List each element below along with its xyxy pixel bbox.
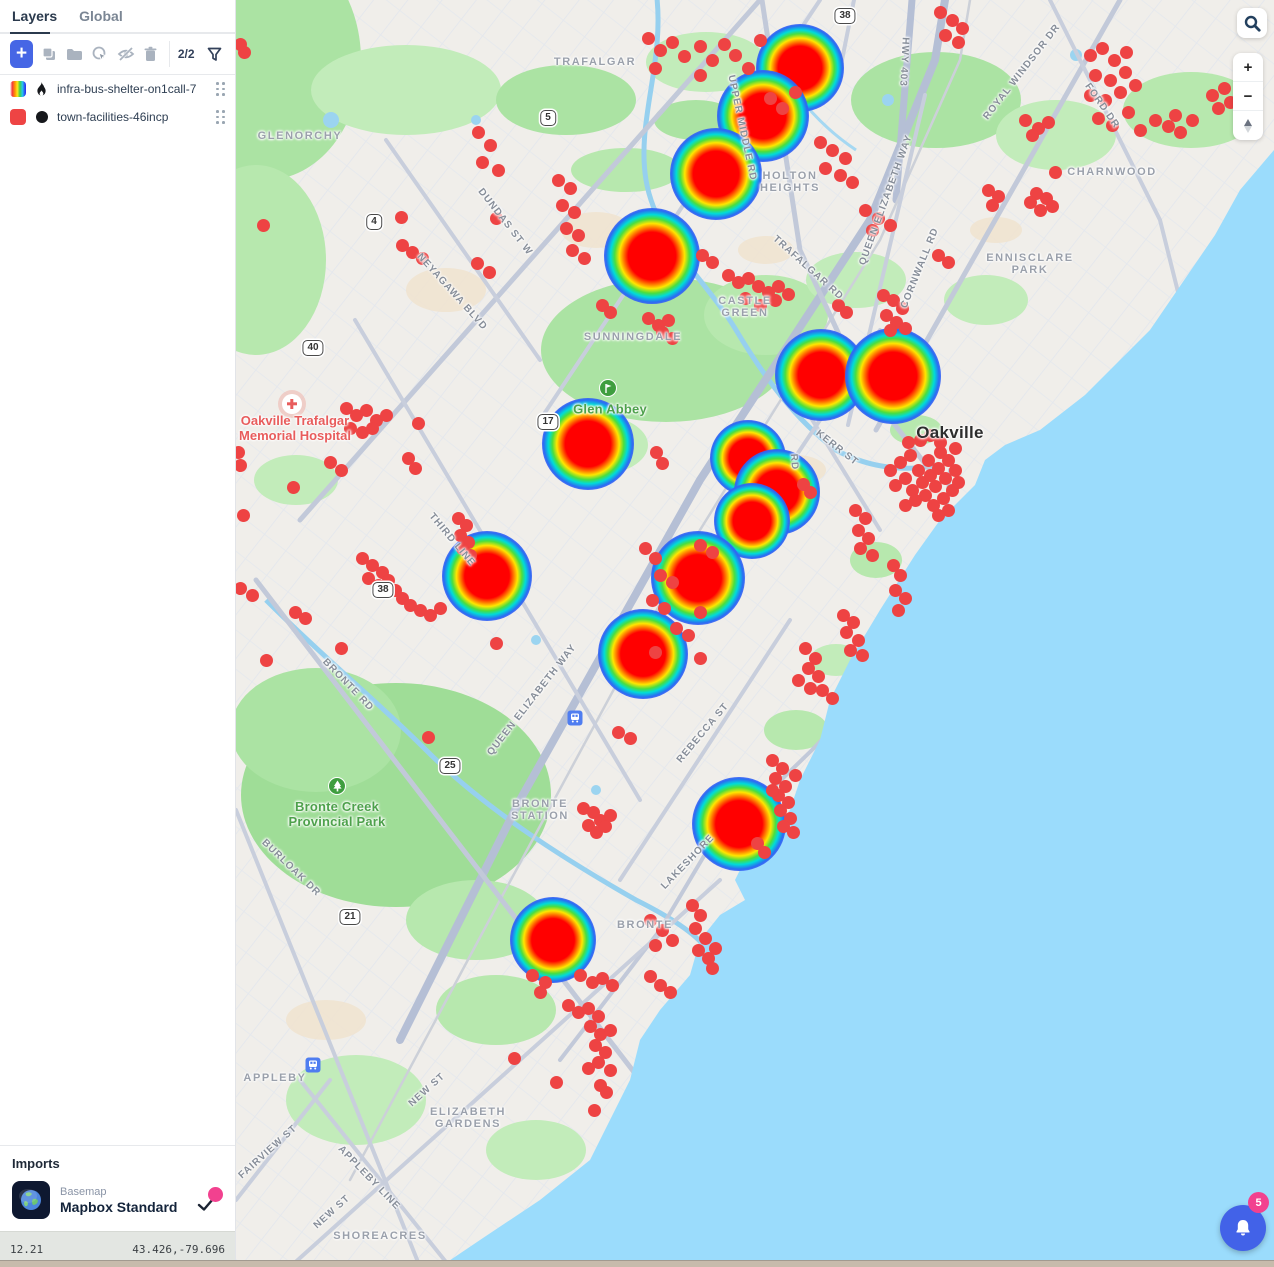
hide-layer-eye-off-icon[interactable] (117, 44, 135, 64)
zoom-out-button[interactable]: − (1233, 82, 1263, 111)
zoom-level-value: 12.21 (10, 1243, 43, 1256)
flame-heatmap-icon (34, 82, 49, 97)
select-feature-icon[interactable] (91, 44, 109, 64)
basemap-label: Basemap (60, 1186, 177, 1198)
duplicate-icon[interactable] (41, 44, 57, 64)
heatmap-gradient-swatch[interactable] (10, 81, 26, 97)
window-bottom-edge (0, 1260, 1274, 1267)
imports-heading: Imports (12, 1156, 223, 1171)
sidebar-empty-area (0, 131, 235, 1145)
tab-layers[interactable]: Layers (12, 8, 57, 32)
bell-icon (1233, 1218, 1253, 1239)
tabs-divider (0, 32, 235, 34)
notification-badge: 5 (1248, 1192, 1269, 1213)
cursor-coordinates: 43.426,-79.696 (132, 1243, 225, 1256)
basemap-globe-icon (12, 1181, 50, 1219)
basemap-row[interactable]: Basemap Mapbox Standard (12, 1181, 223, 1219)
add-layer-button[interactable]: + (10, 40, 33, 68)
imports-panel: Imports Basemap Mapbox Standard (0, 1145, 235, 1231)
map-canvas[interactable]: TRAFALGARGLENORCHYHOLTON HEIGHTSCHARNWOO… (236, 0, 1274, 1267)
layer-count: 2/2 (178, 47, 195, 61)
map-zoom-control: + − (1233, 53, 1263, 140)
drag-handle[interactable] (216, 82, 225, 96)
basemap-status-dot (208, 1187, 223, 1202)
compass-reset-north-button[interactable] (1233, 111, 1263, 140)
layer-row-heatmap[interactable]: infra-bus-shelter-on1call-76-03m... (0, 75, 235, 103)
basemap-sync-check-icon[interactable] (197, 1189, 223, 1211)
layer-row-facilities[interactable]: town-facilities-46incp (0, 103, 235, 131)
toolbar-divider (169, 41, 170, 67)
layers-toolbar: + 2/2 (0, 34, 235, 74)
sidebar-tabs: Layers Global (0, 0, 235, 32)
tab-global[interactable]: Global (79, 8, 123, 32)
delete-trash-icon[interactable] (143, 44, 159, 64)
facilities-color-swatch[interactable] (10, 109, 26, 125)
drag-handle[interactable] (216, 110, 225, 124)
basemap-svg (236, 0, 1274, 1267)
basemap-name: Mapbox Standard (60, 1199, 177, 1215)
zoom-in-button[interactable]: + (1233, 53, 1263, 82)
layer-name-heatmap: infra-bus-shelter-on1call-76-03m... (57, 82, 197, 96)
layer-name-facilities: town-facilities-46incp (57, 110, 168, 124)
map-search-button[interactable] (1237, 8, 1267, 38)
search-icon (1244, 15, 1261, 32)
circle-point-icon (34, 110, 49, 125)
filter-funnel-icon[interactable] (207, 44, 223, 64)
folder-icon[interactable] (66, 44, 83, 64)
layers-sidebar: Layers Global + 2/2 infra-bus-shelt (0, 0, 236, 1267)
